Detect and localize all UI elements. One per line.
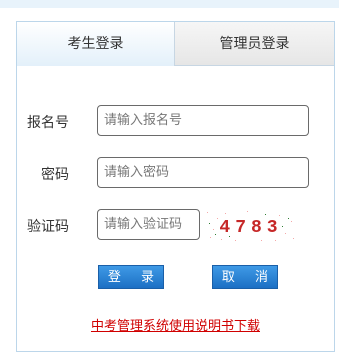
tab-student-login[interactable]: 考生登录 (17, 22, 175, 66)
password-label: 密码 (41, 167, 69, 183)
login-panel: 考生登录 管理员登录 报名号 密码 验证码 (16, 21, 335, 352)
login-tabs: 考生登录 管理员登录 (17, 22, 334, 66)
reg-number-label: 报名号 (27, 115, 69, 131)
captcha-input[interactable] (97, 209, 200, 240)
captcha-text: 4783 (219, 218, 282, 238)
cancel-button[interactable]: 取 消 (212, 265, 278, 289)
captcha-image[interactable]: 4783 (205, 209, 297, 243)
reg-number-input[interactable] (97, 105, 309, 136)
login-button[interactable]: 登 录 (98, 265, 164, 289)
password-input[interactable] (97, 157, 309, 188)
top-bar (0, 0, 339, 8)
tab-admin-login[interactable]: 管理员登录 (175, 22, 334, 66)
captcha-label: 验证码 (27, 219, 69, 235)
manual-download-link[interactable]: 中考管理系统使用说明书下载 (17, 315, 334, 334)
